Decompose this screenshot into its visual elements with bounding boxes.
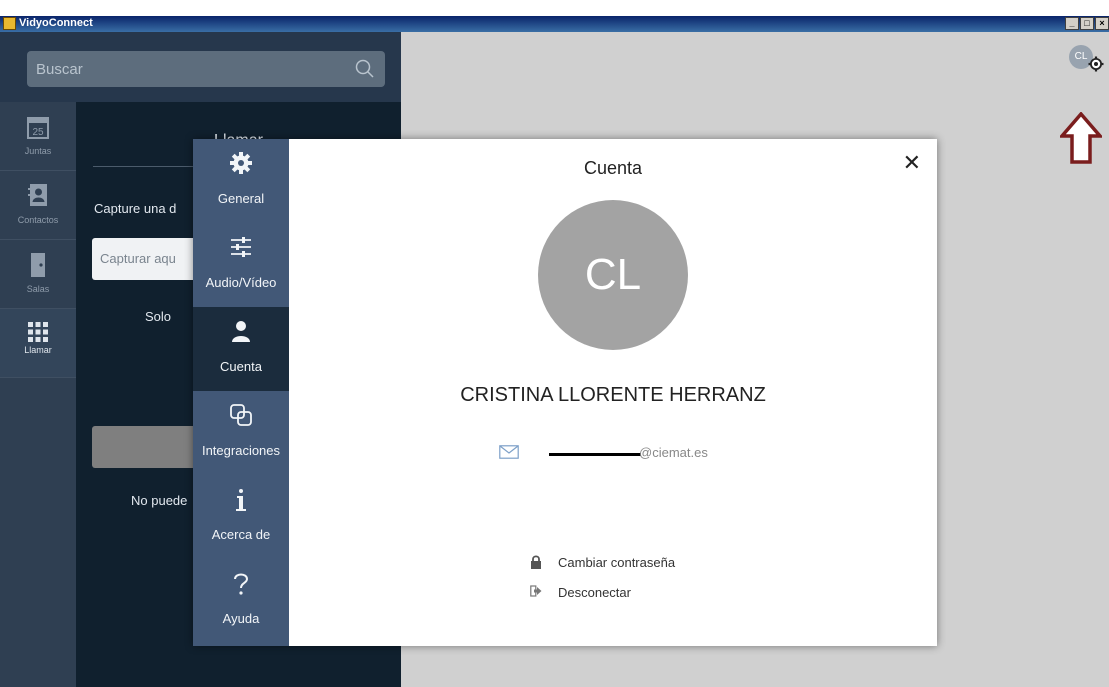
modal-title: Cuenta [583,158,643,178]
email-redaction [549,453,641,456]
tab-label-ayuda: Ayuda [222,611,260,626]
close-window-button[interactable]: × [1095,17,1109,30]
annotation-up-arrow-icon [1058,111,1104,169]
tab-label-acerca-de: Acerca de [211,527,271,542]
disconnect-label: Desconectar [558,585,631,600]
nav-label-contactos: Contactos [17,215,59,225]
capture-placeholder: Capturar aqu [100,251,176,266]
window-title-bar: VidyoConnect _ □ × [0,16,1109,32]
keypad-icon [27,321,49,345]
help-icon [229,571,253,600]
nav-divider [0,377,76,378]
account-avatar: CL [538,200,688,350]
search-input[interactable]: Buscar [27,51,385,87]
cannot-call-text: No puede [131,493,188,508]
tab-label-cuenta: Cuenta [220,359,262,374]
gear-icon [229,151,253,178]
capture-instructions: Capture una d [94,201,177,216]
close-modal-button[interactable]: ✕ [903,152,921,174]
window-controls: _ □ × [1064,17,1109,30]
minimize-button[interactable]: _ [1065,17,1079,30]
nav-label-llamar: Llamar [24,345,52,355]
tab-integraciones[interactable]: Integraciones [193,391,289,475]
lock-icon [530,555,542,572]
user-name: CRISTINA LLORENTE HERRANZ [460,384,766,406]
email-domain: @ciemat.es [639,445,708,460]
tab-audio-video[interactable]: Audio/Vídeo [193,223,289,307]
tab-label-integraciones: Integraciones [201,443,281,458]
maximize-button[interactable]: □ [1080,17,1094,30]
search-placeholder: Buscar [36,61,83,78]
settings-tabs: General Audio/Vídeo Cuenta Integraciones… [193,139,289,646]
search-icon[interactable] [355,59,375,84]
integrations-icon [229,403,253,430]
sliders-icon [229,235,253,262]
logout-icon [530,585,542,600]
nav-item-contactos[interactable]: Contactos [0,171,76,239]
only-text: Solo [145,309,172,324]
sidebar-nav: 25 Juntas Contactos Salas Llamar [0,102,76,687]
app-icon [3,17,16,30]
user-icon [229,319,253,346]
tab-cuenta[interactable]: Cuenta [193,307,289,391]
info-icon [229,487,253,516]
nav-item-salas[interactable]: Salas [0,240,76,308]
tab-acerca-de[interactable]: Acerca de [193,475,289,559]
tab-general[interactable]: General [193,139,289,223]
nav-label-juntas: Juntas [24,146,52,156]
window-title: VidyoConnect [19,17,93,29]
tab-label-general: General [217,191,265,206]
calendar-icon: 25 [27,114,49,142]
nav-label-salas: Salas [26,284,50,294]
door-icon [27,252,49,280]
settings-modal: General Audio/Vídeo Cuenta Integraciones… [193,139,937,646]
settings-gear-icon[interactable] [1088,56,1104,77]
nav-item-juntas[interactable]: 25 Juntas [0,102,76,170]
nav-item-llamar[interactable]: Llamar [0,309,76,377]
change-password-label: Cambiar contraseña [558,555,676,570]
mail-icon [499,445,519,464]
contacts-icon [27,183,49,209]
svg-text:25: 25 [32,127,44,138]
tab-ayuda[interactable]: Ayuda [193,559,289,643]
tab-label-audio-video: Audio/Vídeo [205,275,277,290]
